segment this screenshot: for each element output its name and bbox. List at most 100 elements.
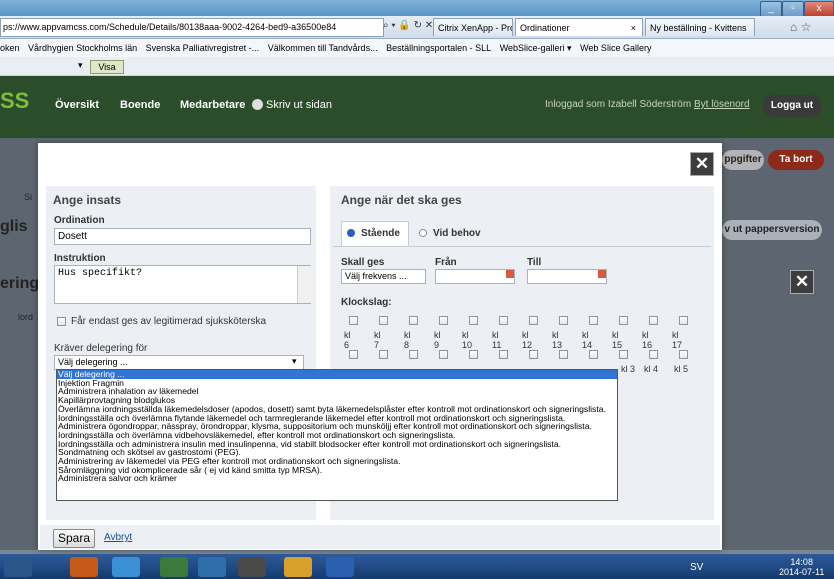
- staende-label: Stående: [361, 228, 400, 239]
- klockslag-label: Klockslag:: [341, 297, 392, 308]
- clock-checkbox[interactable]: [439, 350, 448, 359]
- print-link[interactable]: Skriv ut sidan: [266, 99, 332, 111]
- app-icon[interactable]: [198, 557, 226, 577]
- maximize-button[interactable]: ▫: [782, 1, 804, 17]
- url-text: ps://www.appvamcss.com/Schedule/Details/…: [3, 22, 337, 32]
- clock[interactable]: 14:08 2014-07-11: [779, 557, 824, 577]
- clock-checkbox[interactable]: [589, 350, 598, 359]
- explorer-icon[interactable]: [284, 557, 312, 577]
- nav-oversikt[interactable]: Översikt: [55, 99, 99, 111]
- instruktion-label: Instruktion: [54, 253, 106, 264]
- vid-behov-radio[interactable]: [419, 229, 427, 237]
- clock-checkbox[interactable]: [469, 316, 478, 325]
- clock-label: kl 7: [374, 330, 381, 350]
- chevron-down-icon[interactable]: ▾: [78, 60, 83, 71]
- clock-checkbox[interactable]: [409, 316, 418, 325]
- clock-checkbox[interactable]: [589, 316, 598, 325]
- address-bar[interactable]: ps://www.appvamcss.com/Schedule/Details/…: [0, 18, 384, 37]
- clock-checkbox[interactable]: [499, 316, 508, 325]
- right-panel-header: Ange när det ska ges: [341, 193, 462, 207]
- nav-medarbetare[interactable]: Medarbetare: [180, 99, 245, 111]
- fav-item[interactable]: WebSlice-galleri ▾: [500, 43, 572, 53]
- calendar-icon[interactable]: [506, 270, 514, 278]
- tab-citrix[interactable]: Citrix XenApp - Program: [433, 18, 513, 36]
- clock-checkbox[interactable]: [679, 316, 688, 325]
- till-label: Till: [527, 257, 542, 268]
- clock-label: kl 16: [642, 330, 653, 350]
- delegation-select[interactable]: Välj delegering ...: [54, 355, 304, 370]
- language-indicator[interactable]: SV: [690, 562, 703, 573]
- nav-boende[interactable]: Boende: [120, 99, 160, 111]
- chevron-down-icon[interactable]: ▾: [292, 356, 297, 367]
- clock-checkbox[interactable]: [409, 350, 418, 359]
- fav-item[interactable]: oken: [0, 43, 20, 53]
- textarea-scrollbar[interactable]: [297, 266, 311, 303]
- ie-icon[interactable]: [112, 557, 140, 577]
- word-icon[interactable]: [326, 557, 354, 577]
- nurse-only-checkbox[interactable]: [57, 317, 66, 326]
- clock-checkbox[interactable]: [649, 350, 658, 359]
- fran-label: Från: [435, 257, 457, 268]
- save-button[interactable]: Spara: [53, 529, 95, 548]
- url-controls[interactable]: ⌕ ▾ 🔒 ↻ ✕: [383, 20, 433, 31]
- calendar-icon[interactable]: [598, 270, 606, 278]
- bg-delete-button[interactable]: Ta bort: [768, 150, 824, 170]
- clock-checkbox[interactable]: [379, 350, 388, 359]
- clock-checkbox[interactable]: [529, 316, 538, 325]
- home-star-icons[interactable]: ⌂ ☆: [790, 20, 811, 34]
- bg-paper-button[interactable]: v ut pappersversion: [722, 220, 822, 240]
- frekvens-select[interactable]: Välj frekvens ...: [341, 269, 426, 284]
- clock-checkbox[interactable]: [679, 350, 688, 359]
- fav-item[interactable]: Beställningsportalen - SLL: [386, 43, 491, 53]
- bg-cell: lord: [18, 312, 34, 322]
- close-window-button[interactable]: x: [804, 1, 834, 17]
- clock-checkbox[interactable]: [619, 316, 628, 325]
- fav-item[interactable]: Välkommen till Tandvårds...: [268, 43, 378, 53]
- delegation-dropdown-list: Välj delegering ... Injektion Fragmin Ad…: [56, 369, 618, 501]
- clock-label: kl 17: [672, 330, 683, 350]
- change-password-link[interactable]: Byt lösenord: [694, 99, 750, 110]
- minimize-button[interactable]: _: [760, 1, 782, 17]
- clock-checkbox[interactable]: [379, 316, 388, 325]
- bg-uppgifter-button[interactable]: ppgifter: [722, 150, 764, 170]
- clock-label: kl 5: [674, 364, 689, 374]
- start-button[interactable]: [4, 557, 32, 577]
- ordination-input[interactable]: Dosett: [54, 228, 311, 245]
- fav-item[interactable]: Vårdhygien Stockholms län: [28, 43, 137, 53]
- clock-label: kl 12: [522, 330, 533, 350]
- clock-label: kl 8: [404, 330, 411, 350]
- folder-icon[interactable]: [160, 557, 188, 577]
- clock-checkbox[interactable]: [469, 350, 478, 359]
- clock-checkbox[interactable]: [649, 316, 658, 325]
- clock-label: kl 15: [612, 330, 623, 350]
- media-icon[interactable]: [238, 557, 266, 577]
- clock-checkbox[interactable]: [559, 350, 568, 359]
- till-input[interactable]: [527, 269, 607, 284]
- skall-ges-label: Skall ges: [341, 257, 385, 268]
- clock-checkbox[interactable]: [559, 316, 568, 325]
- dropdown-option[interactable]: Administrera salvor och krämer: [57, 474, 617, 483]
- fran-input[interactable]: [435, 269, 515, 284]
- dropdown-option[interactable]: Välj delegering ...: [57, 370, 617, 379]
- fav-item[interactable]: Web Slice Gallery: [580, 43, 651, 53]
- chrome-icon[interactable]: [70, 557, 98, 577]
- staende-radio[interactable]: [347, 229, 355, 237]
- fav-item[interactable]: Svenska Palliativregistret -...: [146, 43, 260, 53]
- clock-label: kl 6: [344, 330, 351, 350]
- clock-checkbox[interactable]: [619, 350, 628, 359]
- logout-button[interactable]: Logga ut: [763, 95, 821, 117]
- clock-checkbox[interactable]: [349, 350, 358, 359]
- tab-ny-bestallning[interactable]: Ny beställning - Kvittens: [645, 18, 755, 36]
- clock-checkbox[interactable]: [439, 316, 448, 325]
- tab-close-icon[interactable]: ×: [631, 19, 636, 36]
- instruktion-textarea[interactable]: Hus specifikt?: [54, 265, 311, 304]
- logged-in-text: Inloggad som Izabell Söderström Byt löse…: [545, 99, 750, 110]
- delegation-label: Kräver delegering för: [54, 343, 148, 354]
- clock-checkbox[interactable]: [499, 350, 508, 359]
- cancel-link[interactable]: Avbryt: [104, 532, 132, 543]
- clock-checkbox[interactable]: [529, 350, 538, 359]
- close-icon[interactable]: ✕: [690, 152, 714, 176]
- clock-checkbox[interactable]: [349, 316, 358, 325]
- tab-ordinationer[interactable]: Ordinationer ×: [515, 18, 643, 36]
- visa-button[interactable]: Visa: [90, 60, 124, 74]
